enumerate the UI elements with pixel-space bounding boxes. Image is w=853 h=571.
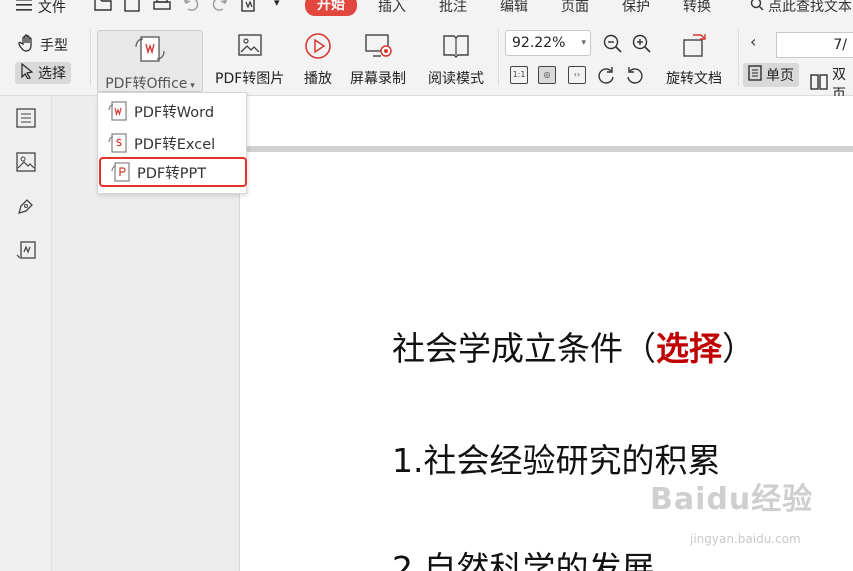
zoom-select[interactable]: 92.22% ▾ (505, 30, 591, 56)
left-sidebar (0, 96, 52, 571)
tab-home[interactable]: 开始 (305, 0, 357, 16)
page-line-2: 2.自然科学的发展 (392, 549, 655, 571)
image-icon (235, 32, 265, 64)
convert-quick-icon[interactable] (240, 0, 260, 16)
tab-annotate[interactable]: 批注 (439, 0, 467, 16)
print-icon[interactable] (153, 0, 171, 16)
hand-icon (18, 34, 36, 56)
pdf-to-office-button[interactable]: PDF转Office ▾ (97, 30, 203, 92)
actual-size-icon[interactable]: 1:1 (510, 66, 528, 84)
rotate-document-button[interactable]: 旋转文档 (666, 32, 722, 88)
single-page-button[interactable]: 单页 (743, 63, 799, 87)
menu-item-pdf-to-ppt[interactable]: PDF转PPT (99, 157, 247, 187)
select-tool-button[interactable]: 选择 (15, 62, 71, 84)
menu-item-label: PDF转Word (134, 104, 215, 121)
file-menu-label: 文件 (38, 0, 66, 16)
ribbon-divider (90, 30, 91, 86)
screen-record-button[interactable]: 屏幕录制 (350, 32, 406, 88)
outline-list-icon[interactable] (16, 108, 36, 128)
tab-protect[interactable]: 保护 (622, 0, 650, 16)
read-mode-label: 阅读模式 (428, 71, 484, 87)
cursor-icon (20, 62, 34, 83)
menu-item-label: PDF转Excel (134, 136, 216, 153)
menu-item-pdf-to-excel[interactable]: PDF转Excel (98, 128, 246, 158)
ppt-file-icon (111, 162, 130, 182)
screen-record-label: 屏幕录制 (350, 71, 406, 87)
tab-convert[interactable]: 转换 (683, 0, 711, 16)
search-label: 点此查找文本 (768, 0, 852, 15)
fit-page-icon[interactable]: ◎ (538, 66, 556, 84)
thumbnail-image-icon[interactable] (16, 152, 36, 172)
excel-file-icon (108, 133, 127, 153)
read-mode-button[interactable]: 阅读模式 (428, 32, 484, 88)
ribbon-toolbar: 手型 选择 PDF转Office ▾ PDF转图片 播放 屏幕录制 阅读模式 9… (0, 18, 853, 103)
search-box[interactable]: 点此查找文本 (750, 0, 852, 16)
hamburger-icon (16, 0, 32, 15)
redo-icon[interactable] (212, 0, 228, 16)
pdf-to-office-icon (133, 35, 167, 69)
hand-tool-label: 手型 (40, 38, 68, 54)
pdf-to-office-label: PDF转Office ▾ (105, 76, 195, 92)
play-icon (303, 32, 333, 64)
search-icon (750, 0, 764, 15)
quick-access-dropdown-icon[interactable]: ▾ (274, 0, 280, 9)
hand-tool-button[interactable]: 手型 (18, 34, 68, 56)
ribbon-divider (498, 30, 499, 86)
rotate-right-icon[interactable] (596, 65, 616, 89)
zoom-in-icon[interactable] (632, 34, 652, 58)
menu-item-label: PDF转PPT (137, 165, 207, 182)
menu-item-pdf-to-word[interactable]: PDF转Word (98, 96, 246, 126)
menu-bar: 文件 ▾ 开始 插入 批注 编辑 页面 保护 转换 点此查找文本 (0, 0, 853, 18)
tab-page[interactable]: 页面 (561, 0, 589, 16)
screen-record-icon (363, 32, 393, 64)
file-menu[interactable]: 文件 (16, 0, 66, 17)
word-file-icon (108, 101, 127, 121)
zoom-out-icon[interactable] (603, 34, 623, 58)
play-label: 播放 (304, 71, 332, 87)
rotate-document-icon (679, 32, 709, 64)
select-tool-label: 选择 (38, 66, 66, 82)
undo-icon[interactable] (183, 0, 199, 16)
tab-insert[interactable]: 插入 (378, 0, 406, 16)
single-page-icon (748, 65, 762, 85)
watermark-logo: Baidu经验 (650, 482, 814, 517)
signature-icon[interactable] (16, 241, 36, 261)
pdf-to-image-button[interactable]: PDF转图片 (215, 32, 284, 88)
annotation-pen-icon[interactable] (16, 196, 36, 216)
page-heading: 社会学成立条件（选择） (392, 329, 755, 368)
double-page-icon (810, 74, 828, 94)
rotate-document-label: 旋转文档 (666, 71, 722, 87)
previous-page-icon[interactable]: ‹ (750, 32, 756, 51)
page-number-input[interactable]: 7/ (776, 32, 853, 58)
ribbon-divider (738, 30, 739, 86)
play-button[interactable]: 播放 (303, 32, 333, 88)
save-icon[interactable] (124, 0, 140, 16)
open-folder-icon[interactable] (94, 0, 112, 16)
fit-width-icon[interactable]: ‹› (568, 66, 586, 84)
zoom-dropdown-icon: ▾ (581, 38, 586, 48)
tab-edit[interactable]: 编辑 (500, 0, 528, 16)
rotate-left-icon[interactable] (625, 65, 645, 89)
pdf-to-office-dropdown: PDF转Word PDF转Excel PDF转PPT (97, 92, 247, 194)
book-icon (441, 32, 471, 64)
watermark-url: jingyan.baidu.com (690, 532, 801, 546)
pdf-to-image-label: PDF转图片 (215, 71, 285, 87)
previous-page-bottom (240, 96, 853, 146)
single-page-label: 单页 (766, 68, 794, 84)
zoom-value: 92.22% (512, 35, 566, 51)
